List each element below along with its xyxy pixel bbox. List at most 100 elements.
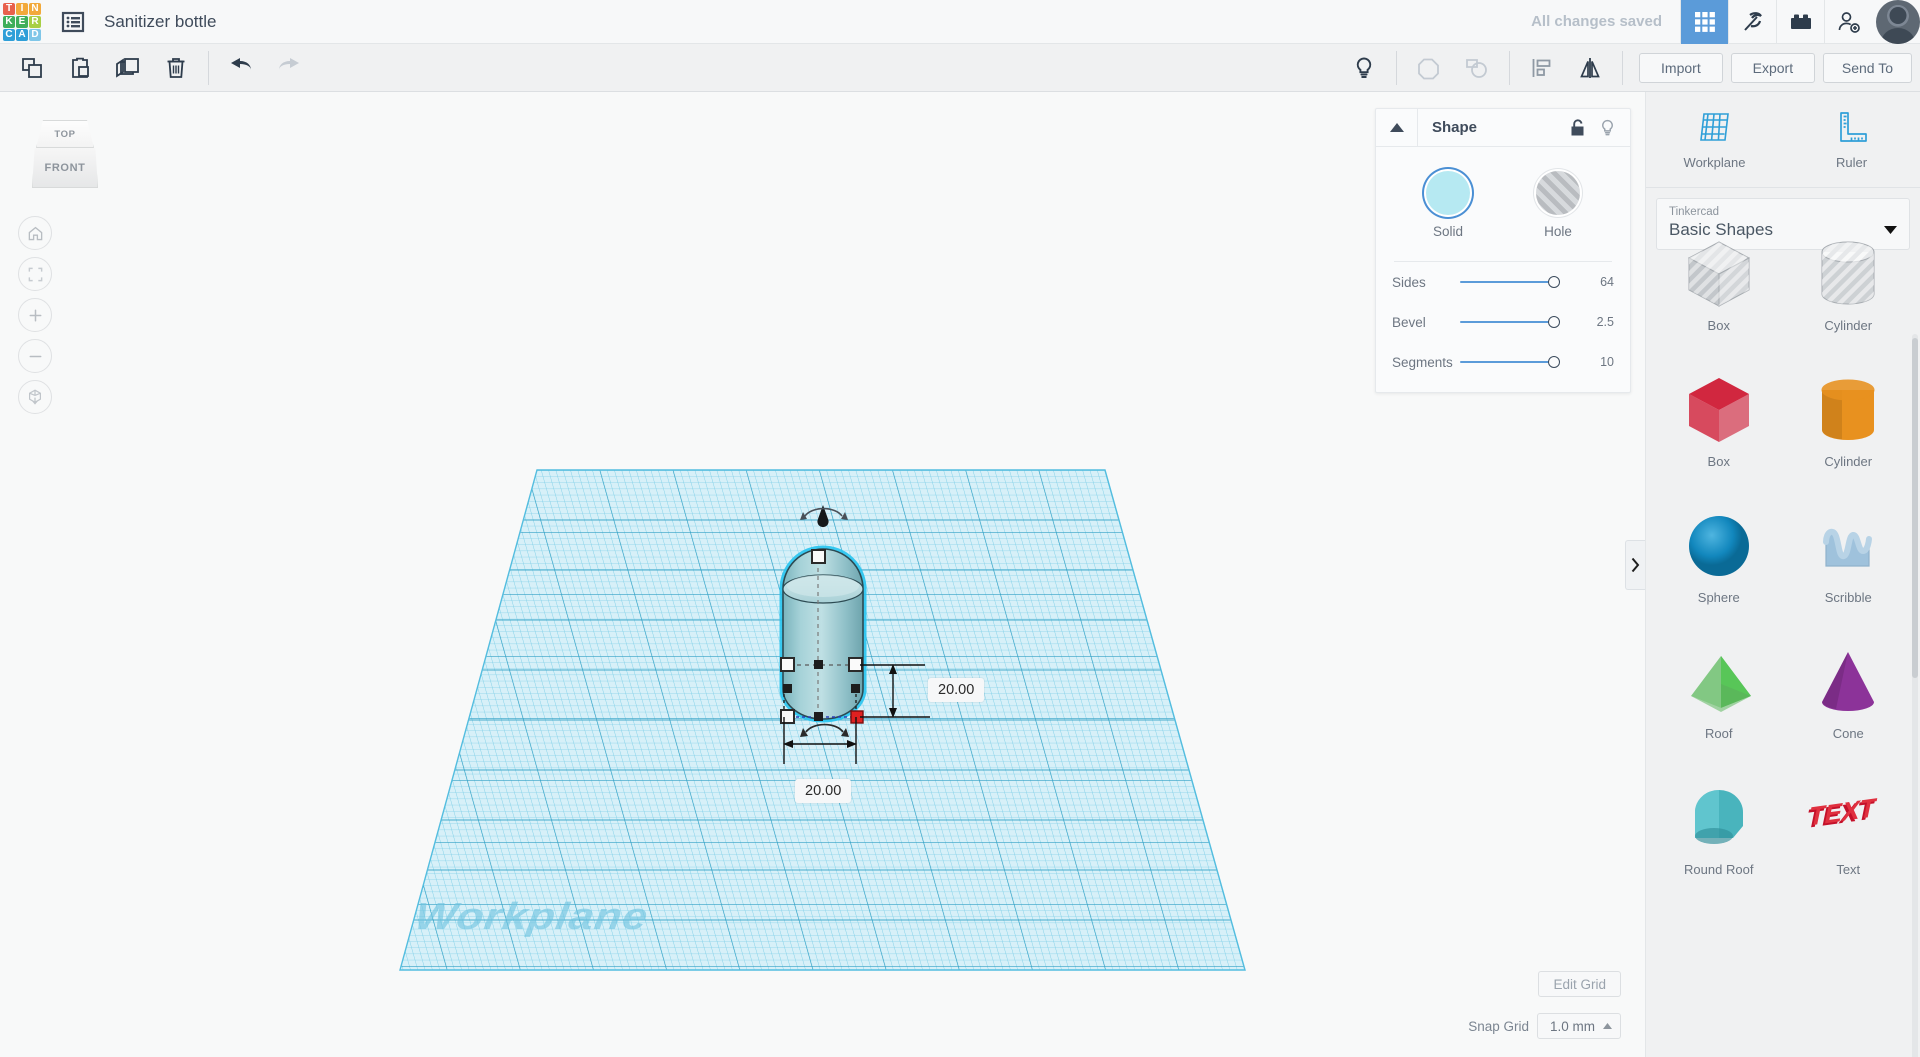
roof-icon [1677, 640, 1761, 724]
duplicate-button[interactable] [104, 44, 152, 92]
view-cube-top-label: TOP [54, 128, 76, 140]
dimension-width-label[interactable]: 20.00 [795, 779, 852, 803]
slider-sides: Sides 64 [1376, 262, 1630, 302]
shape-box-hole[interactable]: Box [1654, 222, 1784, 358]
ruler-tool[interactable]: Ruler [1783, 92, 1920, 187]
gallery-scrollbar-thumb[interactable] [1912, 338, 1918, 678]
shape-roof[interactable]: Roof [1654, 630, 1784, 766]
light-bulb-icon[interactable] [1594, 109, 1620, 147]
redo-button[interactable] [265, 44, 313, 92]
cylinder-hatch-icon [1806, 232, 1890, 316]
view-cube[interactable]: TOP FRONT [28, 120, 102, 188]
logo-tile-t: T [3, 2, 15, 15]
material-hole-label: Hole [1544, 224, 1572, 239]
logo-tile-e: E [16, 15, 28, 28]
send-to-button[interactable]: Send To [1822, 52, 1912, 83]
light-bulb-button[interactable] [1340, 44, 1388, 92]
pickaxe-icon[interactable] [1728, 0, 1776, 44]
material-solid-button[interactable]: Solid [1426, 171, 1470, 239]
shape-round-roof[interactable]: Round Roof [1654, 766, 1784, 902]
lock-icon[interactable] [1564, 109, 1590, 147]
brick-icon[interactable] [1776, 0, 1824, 44]
slider-segments-value[interactable]: 10 [1580, 355, 1614, 369]
shape-label: Box [1707, 318, 1730, 333]
edit-toolbar: Import Export Send To [0, 44, 1920, 92]
slider-bevel-track[interactable] [1460, 314, 1580, 330]
view-cube-top-face[interactable]: TOP [36, 120, 94, 148]
shape-gallery[interactable]: Box Cylinder Box Cylinder Sphere Scribbl… [1646, 210, 1920, 1057]
delete-button[interactable] [152, 44, 200, 92]
workplane-tool[interactable]: Workplane [1646, 92, 1783, 187]
sphere-icon [1677, 504, 1761, 588]
shape-label: Text [1836, 862, 1861, 877]
shape-cylinder-orange[interactable]: Cylinder [1784, 358, 1914, 494]
material-hole-button[interactable]: Hole [1536, 171, 1580, 239]
slider-segments-label: Segments [1392, 354, 1453, 370]
box-icon [1677, 368, 1761, 452]
slider-bevel-knob[interactable] [1547, 316, 1560, 328]
view-cube-front-face[interactable]: FRONT [32, 148, 98, 188]
grid-icon[interactable] [1680, 0, 1728, 44]
project-list-icon[interactable] [60, 9, 86, 35]
hole-swatch [1536, 171, 1580, 215]
shape-panel-collapse-button[interactable] [1376, 108, 1418, 147]
panel-collapse-handle[interactable] [1625, 540, 1645, 590]
slider-bevel: Bevel 2.5 [1376, 302, 1630, 342]
align-button[interactable] [1518, 44, 1566, 92]
tinkercad-app: TIN KER CAD Sanitizer bottle All changes s… [0, 0, 1920, 1057]
slider-sides-knob[interactable] [1547, 276, 1560, 288]
tinkercad-logo[interactable]: TIN KER CAD [0, 0, 44, 44]
snap-grid-select[interactable]: 1.0 mm [1536, 1013, 1621, 1039]
view-cube-front-label: FRONT [44, 161, 86, 174]
avatar[interactable] [1876, 0, 1920, 44]
shape-panel-body: Solid Hole Sides 64 Bevel 2.5 Segments 1… [1376, 147, 1630, 392]
export-button[interactable]: Export [1730, 52, 1815, 83]
home-view-button[interactable] [18, 216, 52, 250]
snap-grid-label: Snap Grid [1468, 1018, 1529, 1034]
dimension-height-label[interactable]: 20.00 [928, 678, 985, 702]
shape-label: Scribble [1824, 590, 1872, 605]
edit-grid-button[interactable]: Edit Grid [1538, 971, 1621, 997]
shape-text[interactable]: TEXT TEXT Text [1784, 766, 1914, 902]
undo-button[interactable] [217, 44, 265, 92]
slider-segments-knob[interactable] [1547, 356, 1560, 368]
zoom-in-button[interactable] [18, 298, 52, 332]
mirror-button[interactable] [1566, 44, 1614, 92]
zoom-out-button[interactable] [18, 339, 52, 373]
ruler-icon [1839, 112, 1867, 142]
shape-cone[interactable]: Cone [1784, 630, 1914, 766]
fit-to-view-button[interactable] [18, 257, 52, 291]
cylinder-icon [1806, 368, 1890, 452]
perspective-toggle-button[interactable] [18, 380, 52, 414]
top-bar-right: All changes saved [1531, 0, 1920, 44]
slider-bevel-label: Bevel [1392, 314, 1426, 330]
ungroup-button[interactable] [1453, 44, 1501, 92]
logo-tile-c: C [3, 28, 15, 41]
material-row: Solid Hole [1376, 163, 1630, 243]
document-title[interactable]: Sanitizer bottle [104, 12, 216, 32]
text-icon: TEXT TEXT [1806, 776, 1890, 860]
shape-label: Roof [1705, 726, 1733, 741]
slider-sides-track[interactable] [1460, 274, 1580, 290]
slider-bevel-value[interactable]: 2.5 [1580, 315, 1614, 329]
slider-sides-value[interactable]: 64 [1580, 275, 1614, 289]
shape-label: Cone [1832, 726, 1864, 741]
add-user-icon[interactable] [1824, 0, 1872, 44]
copy-button[interactable] [8, 44, 56, 92]
shape-scribble[interactable]: Scribble [1784, 494, 1914, 630]
shape-sphere[interactable]: Sphere [1654, 494, 1784, 630]
logo-tile-a: A [16, 28, 28, 41]
shape-box-red[interactable]: Box [1654, 358, 1784, 494]
import-button[interactable]: Import [1638, 52, 1723, 83]
shape-cylinder-hole[interactable]: Cylinder [1784, 222, 1914, 358]
paste-button[interactable] [56, 44, 104, 92]
group-button[interactable] [1405, 44, 1453, 92]
slider-segments-track[interactable] [1460, 354, 1580, 370]
sidebar-tools: Workplane Ruler [1646, 92, 1920, 188]
logo-tile-i: I [16, 2, 28, 15]
shapes-sidebar: Workplane Ruler Tinkercad Basic Shapes B… [1645, 92, 1920, 1057]
snap-grid-value: 1.0 mm [1549, 1018, 1595, 1034]
solid-swatch [1426, 171, 1470, 215]
workplane-tool-label: Workplane [1683, 155, 1746, 170]
save-status: All changes saved [1531, 13, 1662, 30]
